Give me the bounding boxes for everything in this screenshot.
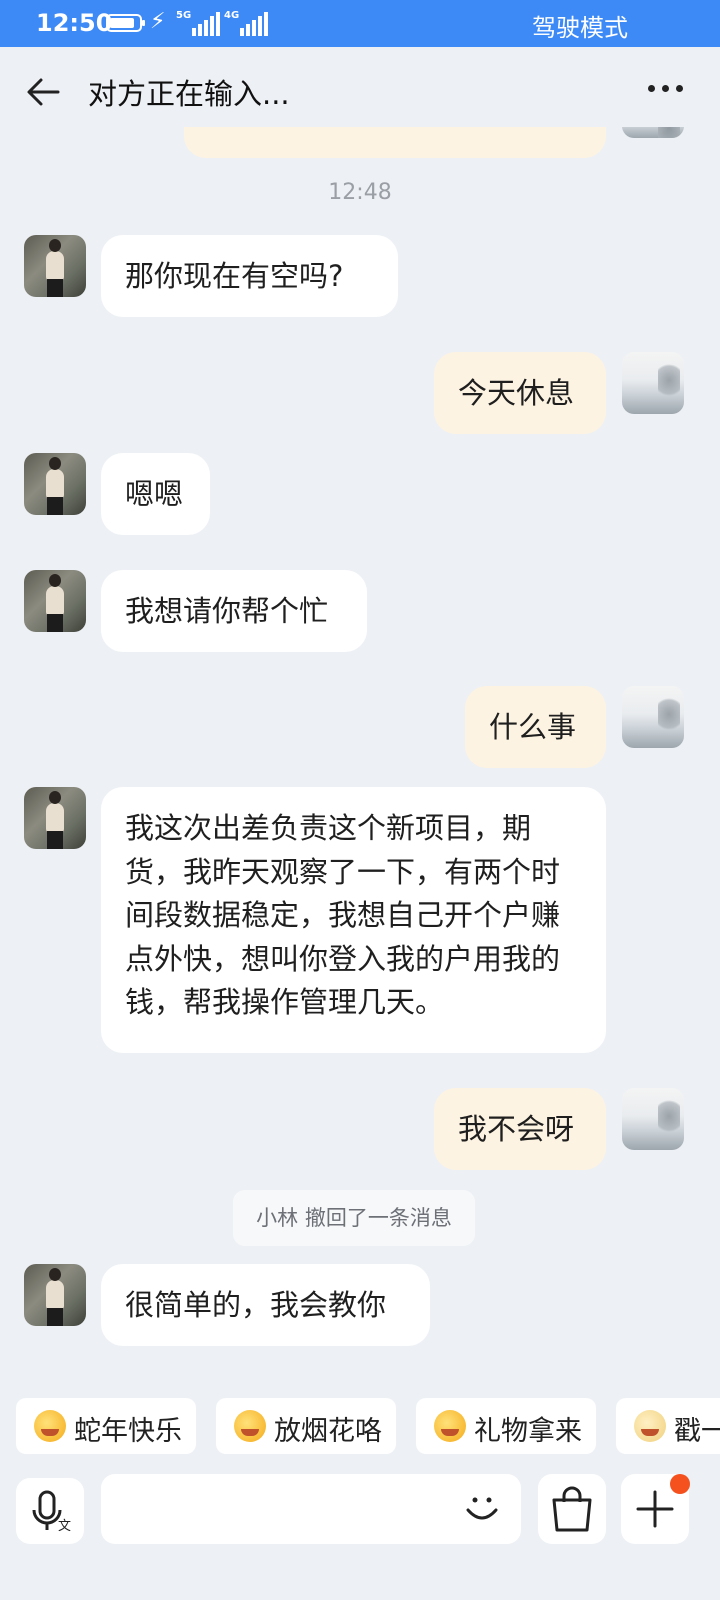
snake-emoji-icon bbox=[34, 1410, 66, 1442]
contact-avatar[interactable] bbox=[24, 1264, 86, 1326]
poke-hand-icon bbox=[634, 1410, 666, 1442]
shopping-bag-icon bbox=[552, 1486, 592, 1532]
network-4g-label: 4G bbox=[224, 10, 240, 21]
gift-emoji-icon bbox=[434, 1410, 466, 1442]
sticker-chip-label: 礼物拿来 bbox=[474, 1416, 582, 1447]
svg-text:文: 文 bbox=[58, 1519, 71, 1534]
message-bubble[interactable]: 我不会呀 bbox=[434, 1088, 606, 1170]
recall-notice: 小林 撤回了一条消息 bbox=[233, 1190, 475, 1246]
header-mask: 对方正在输入... bbox=[0, 47, 600, 127]
sticker-chip[interactable]: 放烟花咯 bbox=[216, 1398, 396, 1454]
contact-avatar[interactable] bbox=[24, 570, 86, 632]
contact-avatar[interactable] bbox=[24, 787, 86, 849]
self-avatar[interactable] bbox=[622, 1088, 684, 1150]
message-bubble[interactable]: 嗯嗯 bbox=[101, 453, 210, 535]
charging-icon: ⚡ bbox=[150, 9, 166, 34]
back-arrow-icon[interactable] bbox=[26, 77, 60, 107]
microphone-icon: 文 bbox=[32, 1490, 71, 1534]
notification-dot bbox=[670, 1474, 690, 1494]
message-bubble[interactable]: 今天休息 bbox=[434, 352, 606, 434]
contact-avatar[interactable] bbox=[24, 453, 86, 515]
drive-mode-button[interactable]: 驾驶模式 bbox=[532, 8, 628, 43]
sticker-chip[interactable]: 戳一 bbox=[616, 1398, 720, 1454]
signal-4g-icon: 4G bbox=[224, 10, 268, 36]
chat-title: 对方正在输入... bbox=[88, 77, 290, 111]
shop-button[interactable] bbox=[538, 1474, 606, 1544]
network-5g-label: 5G bbox=[176, 10, 192, 21]
contact-avatar[interactable] bbox=[24, 235, 86, 297]
emoji-icon[interactable] bbox=[462, 1488, 502, 1528]
battery-icon bbox=[106, 14, 145, 32]
message-bubble[interactable]: 那你现在有空吗? bbox=[101, 235, 398, 317]
signal-5g-icon: 5G bbox=[176, 10, 220, 36]
sticker-chip[interactable]: 礼物拿来 bbox=[416, 1398, 596, 1454]
status-time: 12:50 bbox=[36, 9, 113, 37]
time-separator: 12:48 bbox=[328, 180, 392, 205]
sticker-chip-label: 放烟花咯 bbox=[274, 1416, 382, 1447]
input-bar: 文 bbox=[0, 1470, 720, 1600]
self-avatar[interactable] bbox=[622, 352, 684, 414]
status-bar: 12:50 ⚡ 5G 4G 驾驶模式 bbox=[0, 0, 720, 47]
more-options-icon[interactable] bbox=[648, 85, 684, 93]
message-bubble[interactable]: 我想请你帮个忙 bbox=[101, 570, 367, 652]
message-bubble[interactable]: 什么事 bbox=[465, 686, 606, 768]
sticker-chip[interactable]: 蛇年快乐 bbox=[16, 1398, 196, 1454]
sticker-chip-label: 戳一 bbox=[674, 1416, 720, 1447]
message-bubble[interactable]: 很简单的，我会教你 bbox=[101, 1264, 430, 1346]
message-input[interactable] bbox=[101, 1474, 521, 1544]
message-bubble[interactable]: 我这次出差负责这个新项目，期货，我昨天观察了一下，有两个时间段数据稳定，我想自己… bbox=[101, 787, 606, 1053]
self-avatar[interactable] bbox=[622, 686, 684, 748]
fireworks-emoji-icon bbox=[234, 1410, 266, 1442]
sticker-chip-label: 蛇年快乐 bbox=[74, 1416, 182, 1447]
voice-to-text-button[interactable]: 文 bbox=[16, 1478, 84, 1544]
header-mask-right bbox=[600, 47, 720, 127]
